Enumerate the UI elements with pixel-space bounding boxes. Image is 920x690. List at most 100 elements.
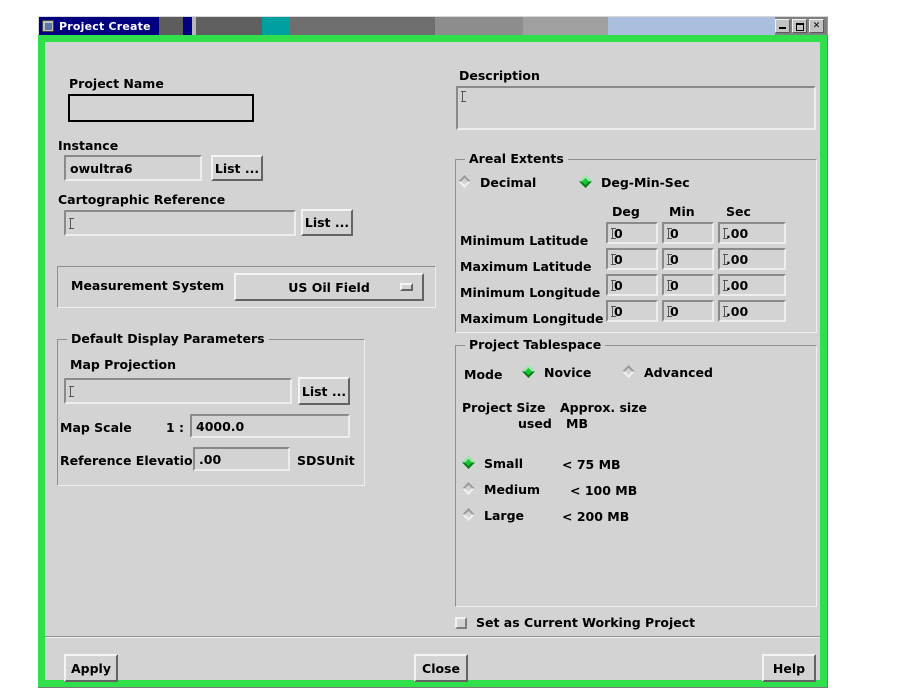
minimum-latitude-sec-input[interactable]: .00 (718, 222, 786, 244)
minimum-longitude-min-input[interactable]: 0 (662, 274, 714, 296)
map-projection-input[interactable] (64, 378, 292, 404)
text-caret (611, 305, 616, 317)
dialog-client-area: Project Name Instance owultra6 List ... … (45, 42, 820, 682)
tablespace-size-large[interactable]: Large (462, 508, 524, 523)
maximum-latitude-min-input[interactable]: 0 (662, 248, 714, 270)
tablespace-size-large-approx: < 200 MB (562, 509, 630, 524)
maximum-latitude-sec-value: .00 (726, 251, 749, 267)
text-caret (69, 217, 74, 229)
reference-elevation-label: Reference Elevation (60, 453, 202, 468)
map-scale-prefix: 1 : (166, 420, 185, 435)
action-bar-separator (45, 636, 820, 638)
maximum-longitude-sec-value: .00 (726, 303, 749, 319)
measurement-system-label: Measurement System (71, 278, 225, 293)
project-name-input[interactable] (68, 94, 254, 122)
checkbox-icon[interactable] (455, 616, 467, 629)
project-size-header: Project Size (462, 400, 546, 415)
close-button[interactable]: Close (414, 654, 468, 682)
project-tablespace-group: Project Tablespace Mode Novice Advanced … (455, 337, 817, 607)
column-header-deg: Deg (612, 204, 640, 219)
map-projection-list-button[interactable]: List ... (298, 377, 350, 405)
tablespace-size-small-label: Small (484, 456, 524, 471)
tablespace-size-medium-approx: < 100 MB (570, 483, 638, 498)
areal-extents-mode-dms-label: Deg-Min-Sec (601, 175, 690, 190)
titlebar-segment-1 (158, 17, 183, 35)
help-button[interactable]: Help (762, 654, 816, 682)
areal-extents-mode-dms[interactable]: Deg-Min-Sec (579, 175, 690, 190)
areal-extents-mode-decimal[interactable]: Decimal (458, 175, 537, 190)
radio-icon[interactable] (458, 175, 473, 189)
project-tablespace-title: Project Tablespace (465, 337, 606, 352)
close-icon[interactable]: ✕ (809, 19, 824, 33)
tablespace-mode-novice-label: Novice (544, 365, 592, 380)
minimum-latitude-min-input[interactable]: 0 (662, 222, 714, 244)
cartographic-reference-list-button[interactable]: List ... (301, 209, 353, 236)
tablespace-size-small[interactable]: Small (462, 456, 524, 471)
instance-list-button[interactable]: List ... (211, 155, 263, 181)
instance-label: Instance (58, 138, 119, 153)
text-caret (667, 305, 672, 317)
map-scale-value: 4000.0 (196, 418, 245, 434)
window-title: Project Create (59, 19, 151, 33)
radio-icon[interactable] (579, 175, 594, 189)
text-caret (611, 279, 616, 291)
minimum-latitude-label: Minimum Latitude (460, 233, 589, 248)
description-textarea[interactable] (456, 86, 816, 130)
text-caret (69, 385, 74, 397)
maximum-longitude-min-input[interactable]: 0 (662, 300, 714, 322)
map-projection-label: Map Projection (70, 357, 177, 372)
cartographic-reference-input[interactable] (64, 210, 296, 236)
window-title-block: Project Create (39, 17, 159, 35)
tablespace-mode-label: Mode (464, 367, 503, 382)
titlebar-segment-9 (607, 17, 775, 35)
areal-extents-mode-decimal-label: Decimal (480, 175, 537, 190)
chevron-down-icon (400, 283, 413, 291)
radio-icon[interactable] (522, 365, 537, 379)
minimum-longitude-sec-input[interactable]: .00 (718, 274, 786, 296)
measurement-system-dropdown[interactable]: US Oil Field (234, 273, 424, 301)
tablespace-size-small-approx: < 75 MB (562, 457, 621, 472)
text-caret (667, 227, 672, 239)
tablespace-size-large-label: Large (484, 508, 524, 523)
minimum-longitude-deg-input[interactable]: 0 (606, 274, 658, 296)
maximum-longitude-label: Maximum Longitude (460, 311, 604, 326)
radio-icon[interactable] (462, 456, 477, 470)
tablespace-mode-novice[interactable]: Novice (522, 365, 592, 380)
window-controls: ✕ (775, 17, 827, 35)
areal-extents-group: Areal Extents Decimal Deg-Min-Sec Deg Mi… (455, 151, 817, 333)
right-column: Description Areal Extents Decimal Deg-Mi… (445, 42, 820, 680)
tablespace-size-medium[interactable]: Medium (462, 482, 540, 497)
instance-value: owultra6 (70, 160, 133, 176)
radio-icon[interactable] (462, 482, 477, 496)
titlebar-segment-6 (289, 17, 435, 35)
left-column: Project Name Instance owultra6 List ... … (45, 42, 445, 680)
maximum-latitude-sec-input[interactable]: .00 (718, 248, 786, 270)
reference-elevation-unit: SDSUnit (297, 453, 355, 468)
minimize-icon[interactable] (775, 19, 790, 33)
map-scale-input[interactable]: 4000.0 (190, 414, 350, 438)
cartographic-reference-label: Cartographic Reference (58, 192, 226, 207)
minimum-latitude-deg-input[interactable]: 0 (606, 222, 658, 244)
instance-input[interactable]: owultra6 (64, 155, 202, 181)
apply-button[interactable]: Apply (64, 654, 118, 682)
window-menu-icon[interactable] (42, 20, 54, 32)
text-caret (667, 279, 672, 291)
radio-icon[interactable] (622, 365, 637, 379)
project-create-window: Project Create ✕ Project Name Instance o… (38, 16, 828, 688)
column-header-sec: Sec (726, 204, 751, 219)
set-current-working-project-checkbox[interactable]: Set as Current Working Project (455, 615, 695, 630)
tablespace-mode-advanced[interactable]: Advanced (622, 365, 713, 380)
titlebar-segment-4 (195, 17, 262, 35)
window-frame: Project Name Instance owultra6 List ... … (38, 35, 828, 688)
maximum-latitude-deg-input[interactable]: 0 (606, 248, 658, 270)
radio-icon[interactable] (462, 508, 477, 522)
maximum-longitude-deg-input[interactable]: 0 (606, 300, 658, 322)
description-label: Description (459, 68, 540, 83)
text-caret (723, 253, 728, 265)
maximum-longitude-sec-input[interactable]: .00 (718, 300, 786, 322)
minimum-longitude-label: Minimum Longitude (460, 285, 601, 300)
reference-elevation-input[interactable]: .00 (193, 447, 290, 471)
project-name-label: Project Name (69, 76, 164, 91)
window-titlebar[interactable]: Project Create ✕ (38, 16, 828, 35)
maximize-icon[interactable] (792, 19, 807, 33)
